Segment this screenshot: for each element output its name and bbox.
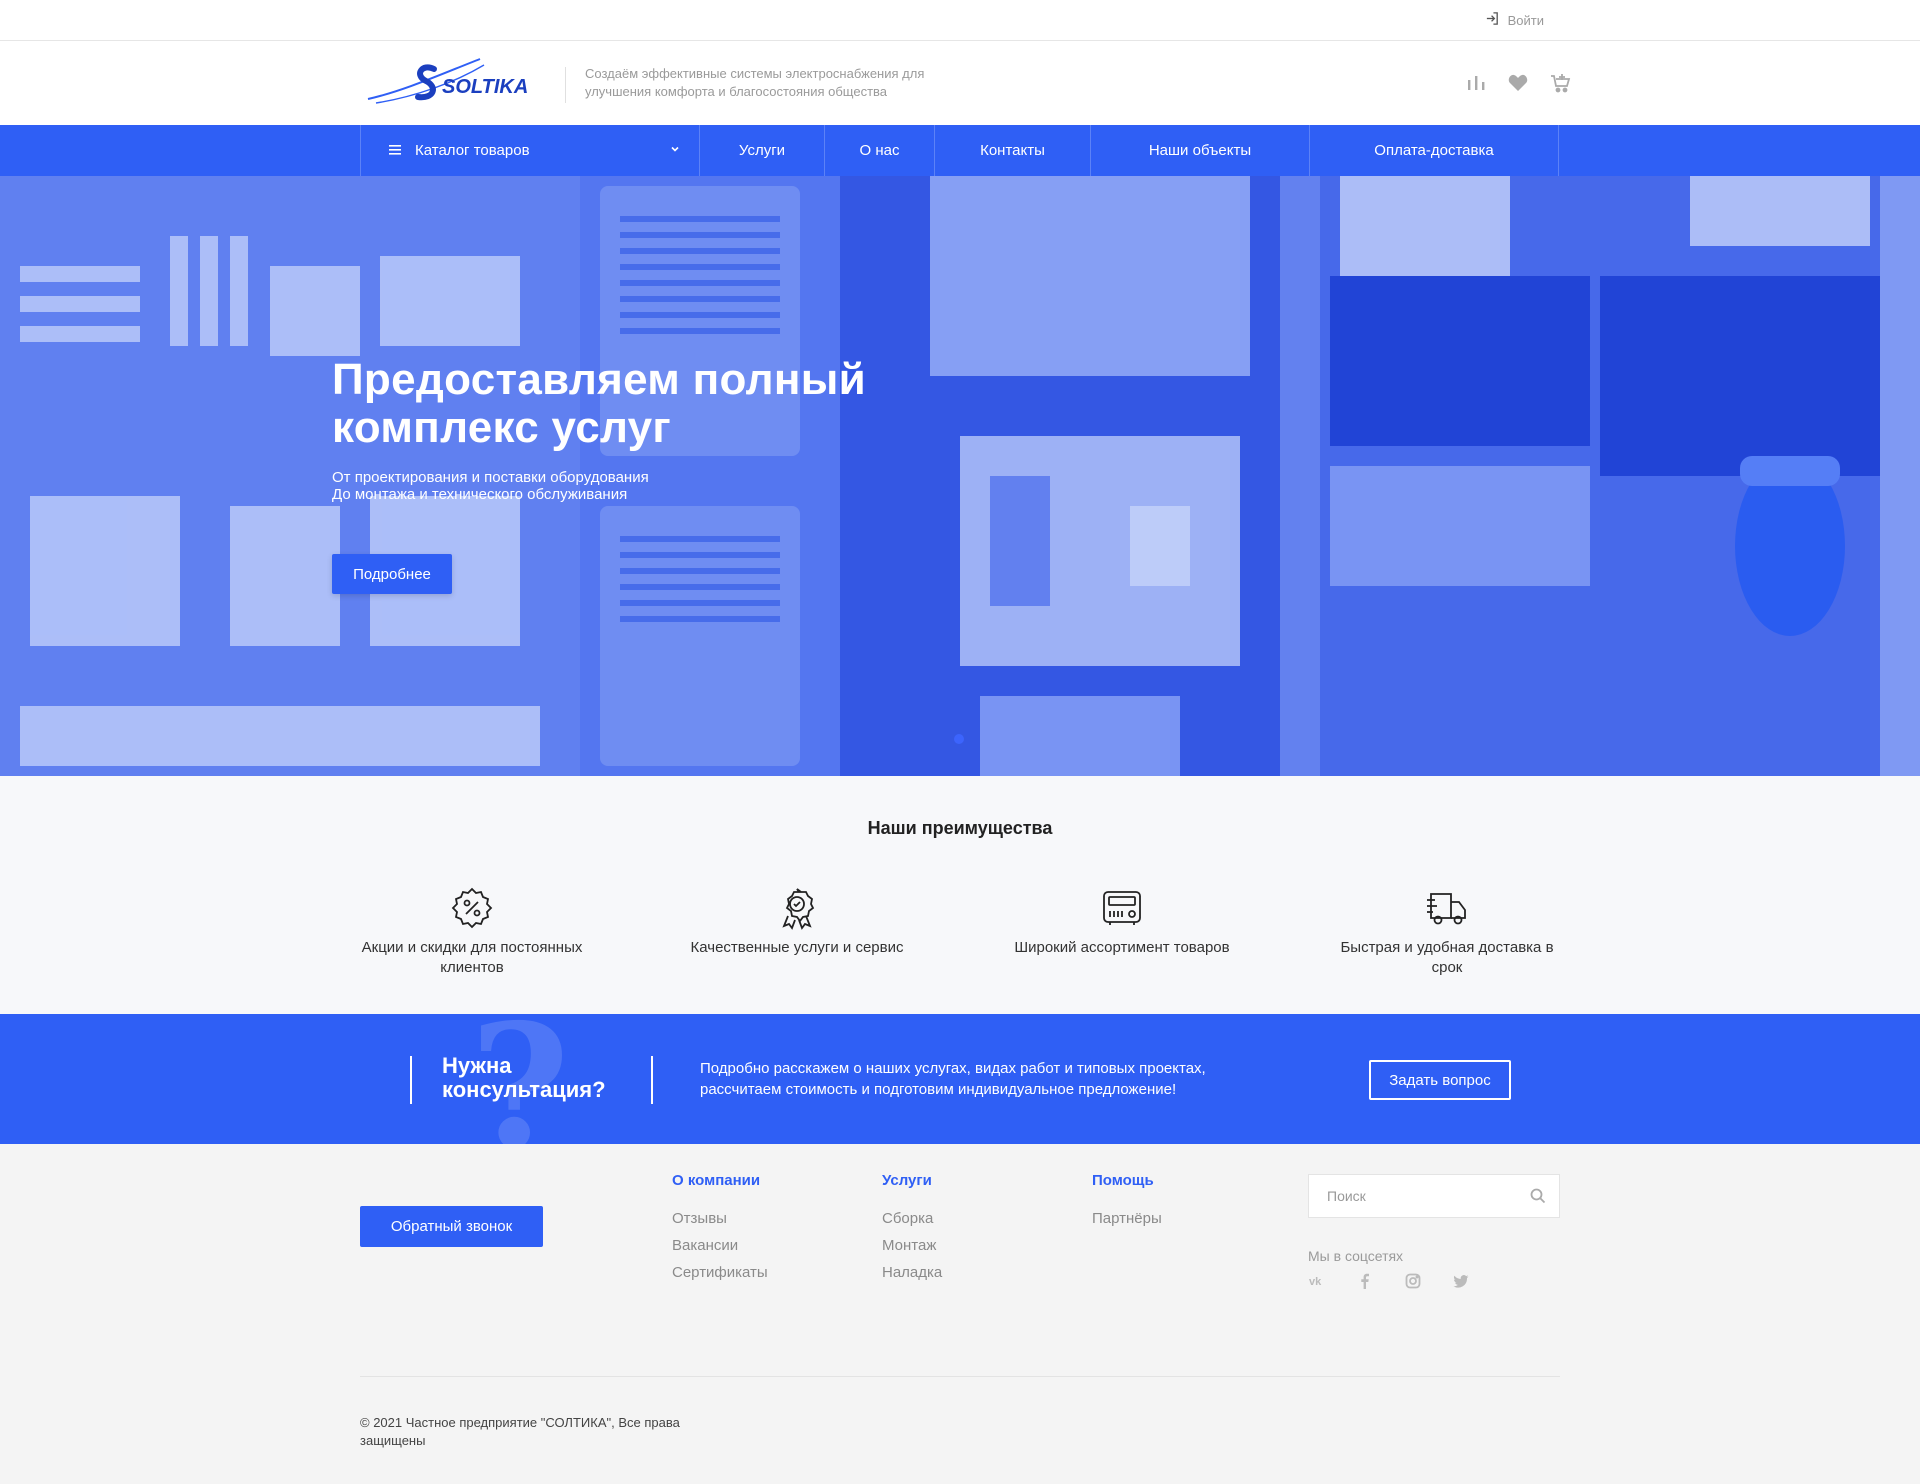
advantage-label: Акции и скидки для постоянных клиентов — [361, 939, 583, 976]
logo-divider — [565, 67, 566, 103]
hero-slider: Предоставляем полный комплекс услуг От п… — [0, 176, 1920, 776]
search-input[interactable] — [1309, 1175, 1509, 1217]
compare-icon[interactable] — [1464, 71, 1488, 95]
advantage-item: Акции и скидки для постоянных клиентов — [352, 886, 592, 978]
svg-text:vk: vk — [1309, 1276, 1322, 1288]
footer-link[interactable]: Партнёры — [1092, 1205, 1162, 1232]
hero-subtitle: От проектирования и поставки оборудовани… — [332, 469, 649, 503]
vk-icon[interactable]: vk — [1308, 1272, 1326, 1290]
advantage-label: Широкий ассортимент товаров — [1014, 939, 1230, 956]
advantage-item: Качественные услуги и сервис — [677, 886, 917, 958]
ask-question-button[interactable]: Задать вопрос — [1369, 1060, 1511, 1100]
advantage-item: Быстрая и удобная доставка в срок — [1327, 886, 1567, 978]
nav-catalog-label: Каталог товаров — [415, 142, 530, 159]
facebook-icon[interactable] — [1356, 1272, 1374, 1290]
footer-link[interactable]: Вакансии — [672, 1232, 768, 1259]
slider-dot[interactable] — [954, 734, 964, 744]
consult-title: Нужна консультация? — [442, 1053, 606, 1102]
footer-link[interactable]: Сертификаты — [672, 1259, 768, 1286]
nav-item-services[interactable]: Услуги — [700, 125, 825, 176]
logo[interactable]: SOLTIKA — [364, 53, 544, 111]
twitter-icon[interactable] — [1452, 1272, 1470, 1290]
heart-icon[interactable] — [1506, 71, 1530, 95]
footer-search — [1308, 1174, 1560, 1218]
hero-title: Предоставляем полный комплекс услуг — [332, 355, 866, 452]
nav-catalog[interactable]: Каталог товаров — [361, 125, 700, 176]
hero-more-button[interactable]: Подробнее — [332, 554, 452, 594]
consult-divider-left — [410, 1056, 412, 1104]
footer-link[interactable]: Отзывы — [672, 1205, 768, 1232]
footer-link[interactable]: Наладка — [882, 1259, 942, 1286]
logo-text: SOLTIKA — [442, 76, 528, 98]
footer-link[interactable]: Сборка — [882, 1205, 942, 1232]
header: SOLTIKA Создаём эффективные системы элек… — [0, 41, 1920, 125]
advantage-label: Быстрая и удобная доставка в срок — [1340, 939, 1554, 976]
nav-item-contacts[interactable]: Контакты — [935, 125, 1091, 176]
instagram-icon[interactable] — [1404, 1272, 1422, 1290]
callback-button[interactable]: Обратный звонок — [360, 1206, 543, 1247]
discount-badge-icon — [451, 887, 493, 929]
hero-background-image — [0, 176, 1920, 776]
search-icon[interactable] — [1529, 1187, 1547, 1205]
footer-column-company: О компании Отзывы Вакансии Сертификаты — [672, 1172, 768, 1286]
chevron-down-icon — [671, 146, 679, 152]
consult-text: Подробно расскажем о наших услугах, вида… — [700, 1060, 1206, 1098]
advantages-title: Наши преимущества — [867, 818, 1053, 838]
cart-icon[interactable] — [1548, 71, 1572, 95]
footer-link[interactable]: Монтаж — [882, 1232, 942, 1259]
social-links: vk — [1308, 1272, 1470, 1290]
main-nav-items: Каталог товаров Услуги О нас Контакты На… — [360, 125, 1559, 176]
footer: Обратный звонок О компании Отзывы Ваканс… — [0, 1144, 1920, 1484]
header-icons — [1464, 71, 1572, 95]
login-icon — [1485, 11, 1500, 29]
footer-column-help: Помощь Партнёры — [1092, 1172, 1162, 1232]
advantages-section: Наши преимущества Акции и скидки для пос… — [0, 776, 1920, 1014]
menu-icon — [389, 142, 401, 159]
copyright: © 2021 Частное предприятие "СОЛТИКА", Вс… — [360, 1415, 680, 1448]
footer-heading[interactable]: Услуги — [882, 1172, 942, 1189]
social-title: Мы в соцсетях — [1308, 1248, 1404, 1264]
nav-item-objects[interactable]: Наши объекты — [1091, 125, 1310, 176]
hero-subtitle-line-2: До монтажа и технического обслуживания — [332, 486, 628, 503]
login-link[interactable]: Войти — [1485, 11, 1544, 29]
consultation-banner: ? Нужна консультация? Подробно расскажем… — [0, 1014, 1920, 1144]
header-slogan: Создаём эффективные системы электроснабж… — [585, 66, 925, 99]
top-bar: Войти — [0, 0, 1920, 41]
delivery-truck-icon — [1427, 893, 1466, 925]
footer-heading[interactable]: Помощь — [1092, 1172, 1162, 1189]
login-label: Войти — [1507, 12, 1544, 28]
footer-divider — [360, 1376, 1560, 1377]
hero-subtitle-line-1: От проектирования и поставки оборудовани… — [332, 469, 649, 486]
award-icon — [782, 888, 815, 930]
device-panel-icon — [1103, 891, 1141, 925]
consult-divider-right — [651, 1056, 653, 1104]
footer-heading[interactable]: О компании — [672, 1172, 768, 1189]
footer-column-services: Услуги Сборка Монтаж Наладка — [882, 1172, 942, 1286]
advantage-label: Качественные услуги и сервис — [690, 939, 904, 956]
advantage-item: Широкий ассортимент товаров — [1002, 886, 1242, 958]
nav-item-payment-delivery[interactable]: Оплата-доставка — [1310, 125, 1559, 176]
nav-item-about[interactable]: О нас — [825, 125, 935, 176]
